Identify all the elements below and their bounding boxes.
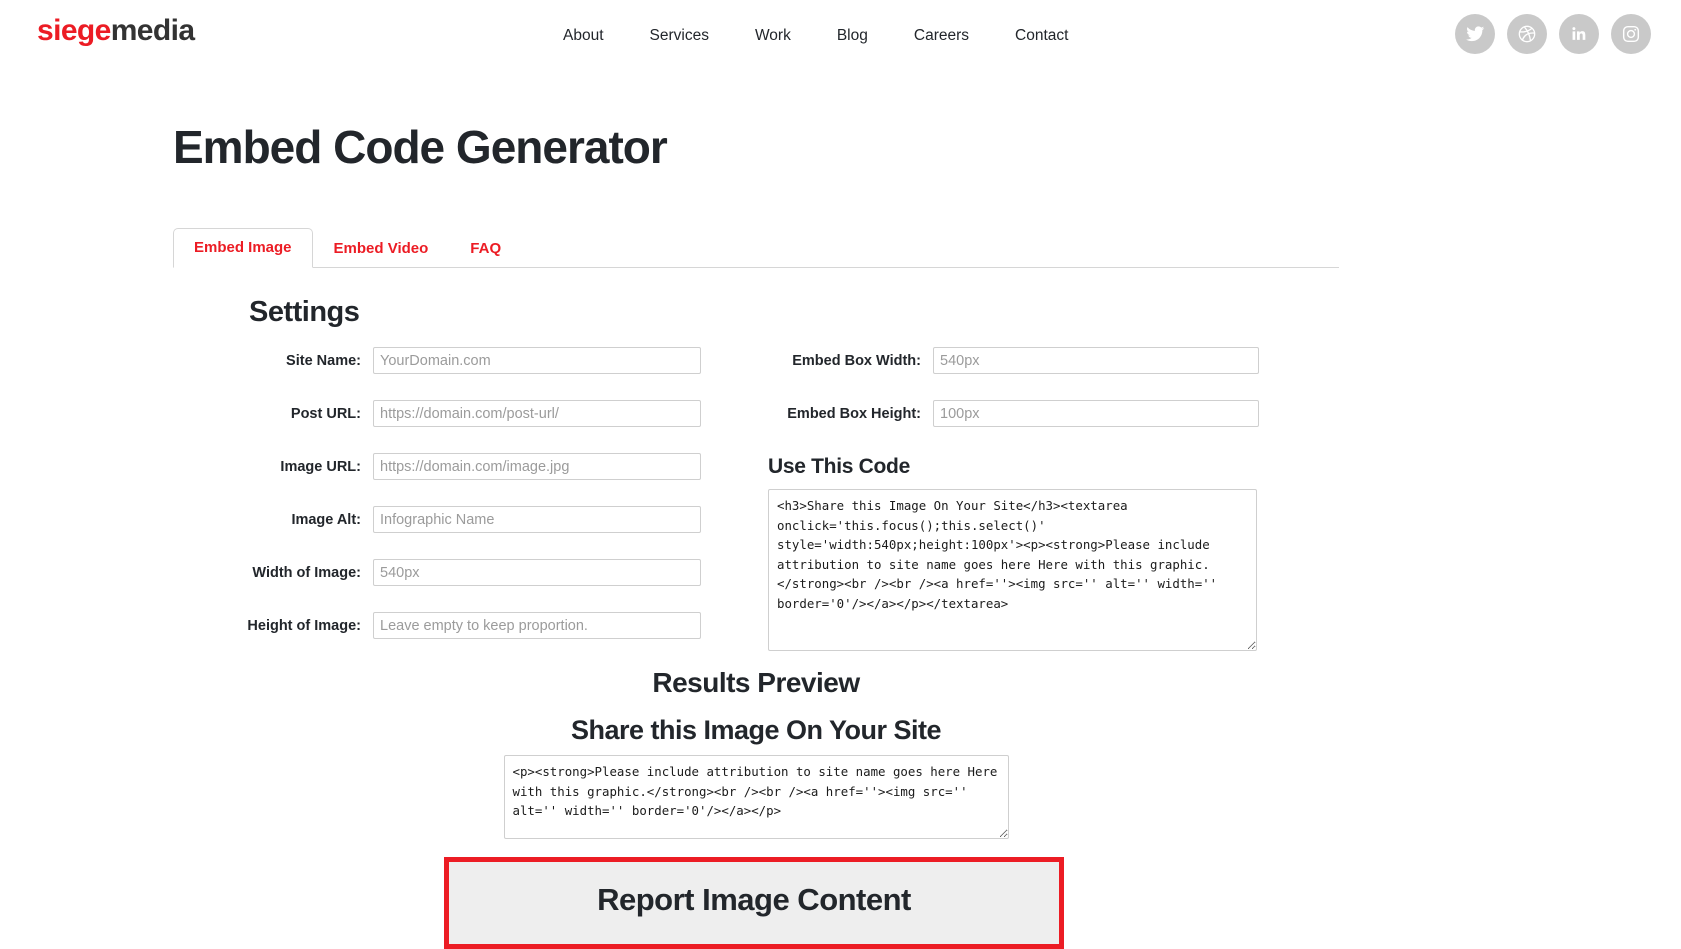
results-preview-section: Results Preview Share this Image On Your… (173, 667, 1339, 839)
field-label-embed-box-width: Embed Box Width: (792, 352, 921, 369)
nav-item-careers[interactable]: Careers (891, 27, 992, 45)
bottom-callout-box[interactable]: Report Image Content (444, 857, 1064, 949)
field-label-embed-box-height: Embed Box Height: (787, 405, 921, 422)
linkedin-link[interactable] (1559, 14, 1599, 54)
image-alt-input[interactable] (373, 506, 701, 533)
tab-embed-video[interactable]: Embed Video (313, 229, 450, 268)
field-embed-box-width: Embed Box Width: (768, 347, 1268, 374)
tab-bar: Embed Image Embed Video FAQ (173, 228, 1339, 268)
site-header: siegemedia About Services Work Blog Care… (0, 0, 1681, 72)
settings-columns: Site Name: Post URL: Image URL: Image Al… (173, 347, 1641, 651)
field-site-name: Site Name: (173, 347, 733, 374)
field-label-post-url: Post URL: (290, 405, 361, 422)
field-label-height-of-image: Height of Image: (247, 617, 361, 634)
field-label-image-alt: Image Alt: (291, 511, 361, 528)
tab-embed-image[interactable]: Embed Image (173, 228, 313, 268)
field-post-url: Post URL: (173, 400, 733, 427)
field-image-alt: Image Alt: (173, 506, 733, 533)
use-this-code-textarea[interactable]: <h3>Share this Image On Your Site</h3><t… (768, 489, 1257, 651)
field-image-url: Image URL: (173, 453, 733, 480)
dribbble-icon (1517, 24, 1537, 44)
site-name-input[interactable] (373, 347, 701, 374)
field-label-site-name: Site Name: (286, 352, 361, 369)
nav-item-services[interactable]: Services (627, 27, 732, 45)
instagram-icon (1621, 24, 1641, 44)
nav-item-about[interactable]: About (540, 27, 627, 45)
results-preview-heading: Results Preview (652, 667, 860, 698)
twitter-icon (1465, 24, 1485, 44)
post-url-input[interactable] (373, 400, 701, 427)
width-of-image-input[interactable] (373, 559, 701, 586)
embed-box-height-input[interactable] (933, 400, 1259, 427)
results-preview-textarea[interactable]: <p><strong>Please include attribution to… (503, 755, 1009, 839)
nav-item-contact[interactable]: Contact (992, 27, 1091, 45)
field-height-of-image: Height of Image: (173, 612, 733, 639)
settings-heading: Settings (249, 296, 360, 328)
bottom-callout-text: Report Image Content (597, 882, 911, 917)
logo-text-primary: siege (37, 14, 111, 47)
logo-text-secondary: media (110, 14, 195, 47)
settings-right-column: Embed Box Width: Embed Box Height: Use T… (768, 347, 1268, 656)
image-url-input[interactable] (373, 453, 701, 480)
field-width-of-image: Width of Image: (173, 559, 733, 586)
settings-left-column: Site Name: Post URL: Image URL: Image Al… (173, 347, 733, 665)
linkedin-icon (1569, 24, 1589, 44)
share-image-heading: Share this Image On Your Site (570, 715, 942, 745)
dribbble-link[interactable] (1507, 14, 1547, 54)
page-content: Embed Code Generator Embed Image Embed V… (0, 120, 1681, 839)
social-links (1455, 14, 1651, 54)
embed-box-width-input[interactable] (933, 347, 1259, 374)
instagram-link[interactable] (1611, 14, 1651, 54)
nav-item-work[interactable]: Work (732, 27, 814, 45)
site-logo[interactable]: siegemedia (37, 14, 195, 48)
field-label-width-of-image: Width of Image: (252, 564, 361, 581)
main-navigation: About Services Work Blog Careers Contact (540, 27, 1091, 45)
field-label-image-url: Image URL: (280, 458, 361, 475)
nav-item-blog[interactable]: Blog (814, 27, 891, 45)
use-this-code-heading: Use This Code (768, 455, 910, 478)
page-title: Embed Code Generator (173, 121, 668, 173)
field-embed-box-height: Embed Box Height: (768, 400, 1268, 427)
twitter-link[interactable] (1455, 14, 1495, 54)
tab-faq[interactable]: FAQ (449, 229, 522, 268)
height-of-image-input[interactable] (373, 612, 701, 639)
